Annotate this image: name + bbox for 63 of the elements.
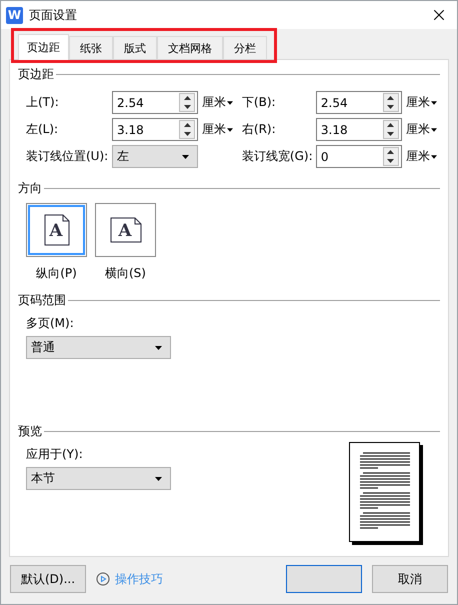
dropdown[interactable]: 本节 (26, 467, 171, 490)
down-arrow-icon[interactable] (184, 104, 190, 109)
ok-button[interactable] (286, 565, 362, 593)
orientation-option[interactable]: A (26, 203, 87, 257)
field-label: 上(T): (26, 94, 60, 111)
field-label: 装订线位置(U): (26, 148, 110, 165)
section-title: 方向 (18, 180, 42, 197)
app-logo-icon: W (6, 6, 23, 24)
dropdown[interactable]: 左 (112, 145, 198, 168)
spin-box[interactable]: 0 (316, 145, 402, 168)
tab[interactable]: 版式 (113, 36, 157, 59)
number-field[interactable]: 2.54 (316, 96, 383, 110)
dropdown[interactable]: 普通 (26, 336, 171, 359)
caret-icon (155, 346, 162, 350)
unit-dropdown[interactable]: 厘米 (198, 94, 233, 111)
tab[interactable]: 纸张 (69, 36, 113, 59)
unit-dropdown[interactable]: 厘米 (402, 148, 437, 165)
caret-icon (430, 128, 437, 132)
up-arrow-icon[interactable] (184, 96, 190, 100)
section-title: 页边距 (18, 66, 54, 83)
field-label: 右(R): (242, 121, 277, 138)
caret-icon (155, 476, 162, 480)
number-field[interactable]: 2.54 (113, 96, 179, 110)
up-arrow-icon[interactable] (184, 123, 190, 128)
up-arrow-icon[interactable] (387, 123, 394, 128)
number-field[interactable]: 3.18 (113, 122, 179, 136)
number-field[interactable]: 3.18 (316, 122, 383, 136)
spin-box[interactable]: 2.54 (316, 91, 402, 114)
field-label: 装订线宽(G): (242, 148, 314, 165)
down-arrow-icon[interactable] (387, 132, 394, 136)
field-label: 下(B): (242, 94, 277, 111)
option-label: 纵向(P) (36, 265, 77, 282)
down-arrow-icon[interactable] (387, 158, 394, 163)
up-arrow-icon[interactable] (387, 150, 394, 154)
field-label: 左(L): (26, 121, 60, 138)
spin-box[interactable]: 2.54 (112, 91, 198, 114)
section-title: 页码范围 (18, 292, 66, 309)
tab[interactable]: 文档网格 (157, 36, 223, 59)
up-arrow-icon[interactable] (387, 96, 394, 100)
down-arrow-icon[interactable] (387, 104, 394, 109)
number-field[interactable]: 0 (316, 150, 383, 164)
tab[interactable]: 分栏 (223, 36, 267, 59)
caret-icon (182, 154, 189, 158)
orientation-option[interactable]: A (95, 203, 156, 257)
caret-icon (227, 100, 233, 104)
spin-box[interactable]: 3.18 (112, 118, 198, 141)
spin-box[interactable]: 3.18 (316, 118, 402, 141)
field-label: 应用于(Y): (26, 446, 84, 463)
caret-icon (430, 100, 437, 104)
caret-icon (227, 128, 233, 132)
play-icon (96, 572, 110, 586)
dialog-button[interactable]: 取消 (372, 565, 448, 593)
unit-dropdown[interactable]: 厘米 (402, 94, 437, 111)
field-label: 多页(M): (26, 315, 75, 332)
section-title: 预览 (18, 423, 42, 440)
down-arrow-icon[interactable] (184, 132, 190, 136)
tab[interactable]: 页边距 (18, 34, 69, 60)
caret-icon (430, 154, 437, 158)
unit-dropdown[interactable]: 厘米 (198, 121, 233, 138)
option-label: 横向(S) (105, 265, 146, 282)
dialog-button[interactable]: 默认(D)... (10, 565, 86, 593)
window-title: 页面设置 (29, 6, 78, 24)
unit-dropdown[interactable]: 厘米 (402, 121, 437, 138)
